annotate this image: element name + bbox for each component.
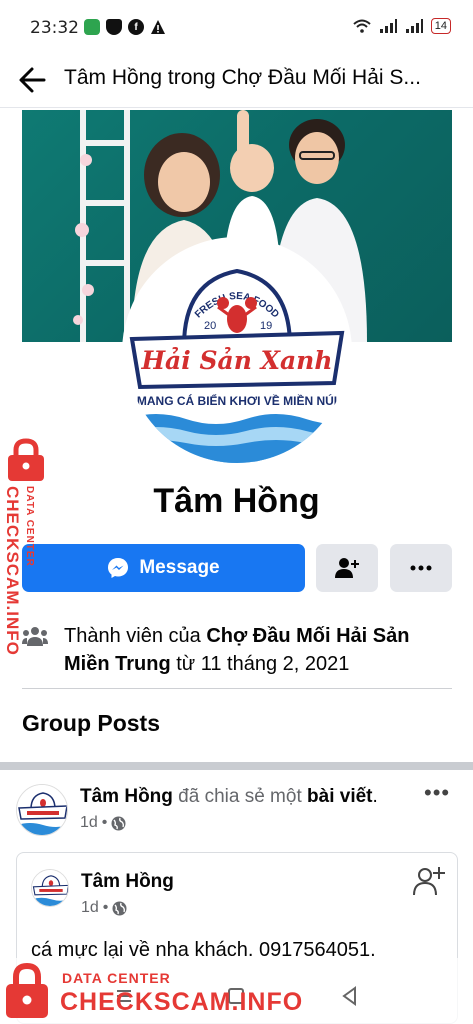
wifi-icon (353, 19, 371, 33)
membership-prefix: Thành viên của (64, 625, 207, 647)
brand-logo-small (32, 870, 68, 906)
shared-time[interactable]: 1d (81, 899, 99, 917)
post-object-suffix: . (372, 786, 378, 807)
sim-icon (84, 19, 100, 35)
watermark-bottom: DATA CENTER CHECKSCAM.INFO (0, 958, 473, 1024)
post-time[interactable]: 1d (80, 814, 98, 832)
message-button[interactable]: Message (22, 544, 305, 592)
logo-slogan: MANG CÁ BIỂN KHƠI VỀ MIỀN NÚI (137, 393, 337, 408)
lock-icon (6, 962, 48, 1018)
post-action: đã chia sẻ một (172, 786, 308, 807)
post-meta-dot: • (101, 814, 108, 831)
shared-author-name[interactable]: Tâm Hồng (81, 871, 174, 893)
membership-text: Thành viên của Chợ Đầu Mối Hải Sản Miền … (64, 622, 454, 678)
shield-icon (106, 19, 122, 35)
top-bar: Tâm Hồng trong Chợ Đầu Mối Hải S... (0, 56, 473, 108)
post-author-avatar[interactable] (16, 784, 68, 836)
shared-meta-dot: • (102, 899, 109, 916)
warning-icon (150, 19, 166, 35)
logo-brand-text: Hải Sản Xanh (140, 346, 332, 375)
back-arrow-icon[interactable] (16, 64, 48, 96)
post-object-link[interactable]: bài viết (307, 786, 372, 807)
watermark-side-text: CHECKSCAM.INFO DATA CENTER (2, 486, 35, 676)
divider (22, 688, 452, 689)
profile-name: Tâm Hồng (153, 482, 320, 520)
page-title: Tâm Hồng trong Chợ Đầu Mối Hải S... (64, 66, 421, 89)
add-friend-icon (335, 558, 359, 578)
messenger-icon (108, 558, 129, 578)
logo-year-right: 19 (260, 320, 272, 332)
profile-avatar[interactable]: FRESH SEA FOOD 20 19 Hải Sản Xanh MANG C… (122, 237, 352, 467)
section-title: Group Posts (22, 710, 161, 736)
signal-icon (379, 19, 397, 33)
brand-logo-small (17, 785, 67, 835)
status-bar: 23:32 f 14 (0, 0, 473, 56)
battery-icon: 14 (430, 18, 451, 34)
more-icon (410, 565, 432, 571)
watermark-side-big: CHECKSCAM.INFO (3, 486, 22, 656)
status-system-icons: 14 (353, 18, 451, 34)
add-friend-button[interactable] (316, 544, 378, 592)
globe-icon (111, 816, 126, 830)
follow-icon[interactable] (413, 865, 445, 897)
watermark-bottom-small: DATA CENTER (62, 970, 171, 986)
brand-logo: FRESH SEA FOOD 20 19 Hải Sản Xanh MANG C… (126, 241, 348, 463)
status-time: 23:32 (30, 18, 79, 38)
post-author-name[interactable]: Tâm Hồng (80, 786, 173, 807)
more-options-button[interactable] (390, 544, 452, 592)
post-header: Tâm Hồng đã chia sẻ một bài viết. (80, 786, 378, 808)
nav-back-icon[interactable] (340, 986, 360, 1006)
watermark-side: CHECKSCAM.INFO DATA CENTER (0, 438, 56, 668)
facebook-icon: f (128, 19, 144, 35)
lock-icon (8, 438, 44, 481)
watermark-side-small: DATA CENTER (24, 486, 35, 567)
status-notification-icons: f (84, 19, 166, 35)
globe-icon (112, 901, 127, 915)
section-divider (0, 762, 473, 770)
message-label: Message (139, 557, 220, 578)
post-meta: 1d • (80, 814, 126, 832)
post-more-button[interactable]: ••• (424, 780, 450, 806)
membership-suffix: từ 11 tháng 2, 2021 (170, 653, 350, 675)
shared-author-avatar[interactable] (31, 869, 69, 907)
watermark-bottom-big: CHECKSCAM.INFO (60, 988, 304, 1016)
shared-meta: 1d • (81, 899, 127, 917)
logo-year-left: 20 (204, 320, 216, 332)
signal-icon (405, 19, 423, 33)
